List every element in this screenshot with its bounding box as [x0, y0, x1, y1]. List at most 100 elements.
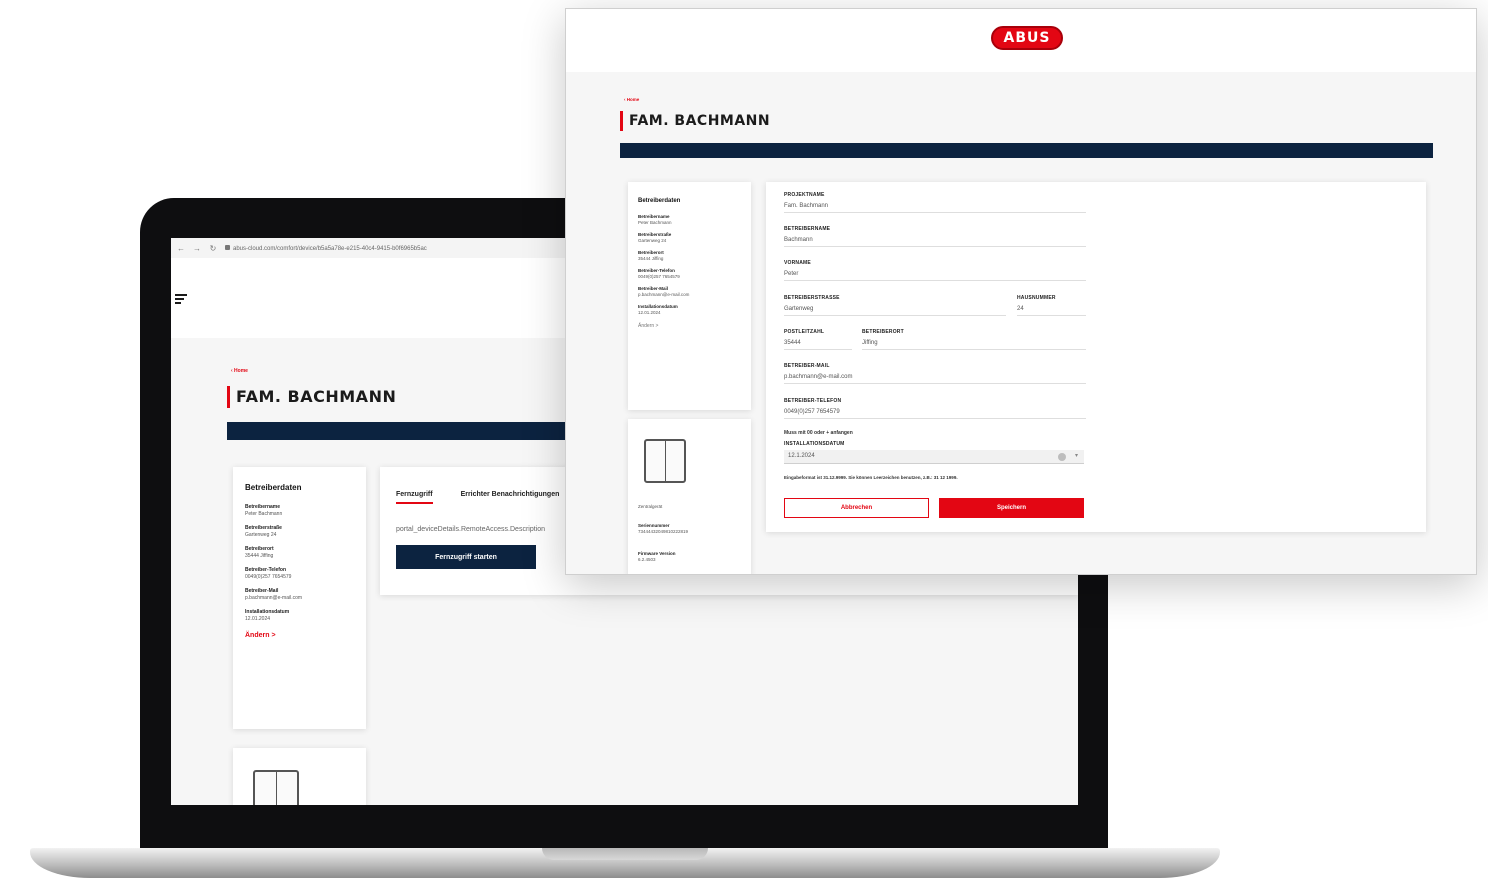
clear-icon[interactable] — [1058, 453, 1066, 461]
edit-link[interactable]: Ändern > — [245, 632, 354, 639]
lastname-field[interactable]: BETREIBERNAME Bachmann — [784, 226, 1086, 247]
item-value: 35444 Jiffing — [638, 256, 664, 261]
menu-icon[interactable] — [175, 294, 187, 306]
title-bar — [620, 143, 1433, 158]
street-input[interactable]: Gartenweg — [784, 306, 1006, 316]
lastname-input[interactable]: Bachmann — [784, 237, 1086, 247]
tab-remote-access[interactable]: Fernzugriff — [396, 491, 433, 504]
item-label: Installationsdatum — [638, 304, 678, 309]
field-label: BETREIBER-TELEFON — [784, 398, 842, 404]
address-bar[interactable]: abus-cloud.com/comfort/device/b5a5a78e-e… — [225, 244, 427, 252]
device-icon — [644, 439, 686, 483]
phone-input[interactable]: 0049(0)257 7654579 — [784, 409, 1086, 419]
field-label: BETREIBERNAME — [784, 226, 831, 232]
cancel-button[interactable]: Abbrechen — [784, 498, 929, 518]
phone-field[interactable]: BETREIBER-TELEFON 0049(0)257 7654579 — [784, 398, 1086, 419]
item-label: Firmware Version — [638, 551, 676, 556]
housenumber-input[interactable]: 24 — [1017, 306, 1086, 316]
item-label: Betreiberort — [245, 546, 274, 552]
sidebar-item: Installationsdatum 12.01.2024 — [245, 609, 354, 622]
device-card[interactable] — [233, 748, 366, 805]
street-field[interactable]: BETREIBERSTRASSE Gartenweg — [784, 295, 1006, 316]
item-label: Betreibername — [638, 214, 670, 219]
item-label: Betreiber-Mail — [245, 588, 279, 594]
device-firmware: Firmware Version 6.2.4503 — [638, 551, 676, 562]
item-value: p.bachmann@e-mail.com — [245, 595, 303, 601]
item-value: 35444 Jiffing — [245, 553, 274, 559]
item-label: Betreiber-Mail — [638, 286, 669, 291]
item-value: 12.01.2024 — [245, 616, 271, 622]
device-card[interactable]: Zentralgerät Seriennummer 734444320498102… — [628, 419, 751, 574]
housenumber-field[interactable]: HAUSNUMMER 24 — [1017, 295, 1086, 316]
reload-icon[interactable]: ↻ — [209, 244, 217, 253]
email-field[interactable]: BETREIBER-MAIL p.bachmann@e-mail.com — [784, 363, 1086, 384]
sidebar-heading: Betreiberdaten — [245, 483, 302, 492]
item-value: Peter Bachmann — [638, 220, 672, 225]
firstname-input[interactable]: Peter — [784, 271, 1086, 281]
field-label: VORNAME — [784, 260, 811, 266]
operator-form: PROJEKTNAME Fam. Bachmann BETREIBERNAME … — [766, 182, 1426, 532]
sidebar-item: Betreiberort 35444 Jiffing — [638, 250, 741, 261]
item-label: Betreiber-Telefon — [638, 268, 675, 273]
date-field[interactable]: INSTALLATIONSDATUM — [784, 441, 1086, 447]
item-value: Gartenweg 24 — [245, 532, 277, 538]
field-label: PROJEKTNAME — [784, 192, 825, 198]
device-name-text: Zentralgerät — [638, 504, 663, 509]
sidebar-item: Betreibername Peter Bachmann — [638, 214, 741, 225]
tab-installer-notifications[interactable]: Errichter Benachrichtigungen — [461, 491, 560, 504]
zip-field[interactable]: POSTLEITZAHL 35444 — [784, 329, 852, 350]
item-label: Betreiberstraße — [245, 525, 282, 531]
item-label: Betreibername — [245, 504, 281, 510]
operator-sidebar: Betreiberdaten Betreibername Peter Bachma… — [628, 182, 751, 410]
save-button[interactable]: Speichern — [939, 498, 1084, 518]
logo-text: ABUS — [1003, 30, 1051, 46]
field-label: BETREIBERORT — [862, 329, 904, 335]
sidebar-item: Betreiberstraße Gartenweg 24 — [245, 525, 354, 538]
sidebar-item: Betreiberstraße Gartenweg 24 — [638, 232, 741, 243]
project-name-field[interactable]: PROJEKTNAME Fam. Bachmann — [784, 192, 1086, 213]
firstname-field[interactable]: VORNAME Peter — [784, 260, 1086, 281]
edit-link[interactable]: Ändern > — [638, 323, 741, 329]
item-label: Betreiberort — [638, 250, 664, 255]
abus-logo[interactable]: ABUS — [991, 26, 1063, 50]
chevron-down-icon[interactable]: ▾ — [1075, 452, 1078, 459]
item-value: 6.2.4503 — [638, 557, 656, 562]
date-input[interactable]: 12.1.2024 ▾ — [784, 450, 1084, 464]
item-value: 12.01.2024 — [638, 310, 661, 315]
item-value: Gartenweg 24 — [638, 238, 667, 243]
zip-input[interactable]: 35444 — [784, 340, 852, 350]
sidebar-item: Installationsdatum 12.01.2024 — [638, 304, 741, 315]
city-field[interactable]: BETREIBERORT Jiffing — [862, 329, 1086, 350]
device-icon — [253, 770, 299, 805]
item-value: 0049(0)257 7654579 — [638, 274, 680, 279]
app-header: ABUS — [566, 9, 1476, 72]
back-arrow-icon[interactable]: ← — [177, 244, 185, 253]
email-input[interactable]: p.bachmann@e-mail.com — [784, 374, 1086, 384]
item-value: p.bachmann@e-mail.com — [638, 292, 690, 297]
operator-sidebar: Betreiberdaten Betreibername Peter Bachma… — [233, 467, 366, 729]
sidebar-item: Betreibername Peter Bachmann — [245, 504, 354, 517]
item-value: Peter Bachmann — [245, 511, 283, 517]
breadcrumb[interactable]: ‹ Home — [231, 368, 248, 374]
laptop-notch — [542, 848, 708, 860]
field-label: BETREIBER-MAIL — [784, 363, 830, 369]
sidebar-item: Betreiber-Telefon 0049(0)257 7654579 — [638, 268, 741, 279]
date-hint: Eingabeformat ist 31.12.9999. Sie können… — [784, 475, 958, 480]
sidebar-item: Betreiber-Telefon 0049(0)257 7654579 — [245, 567, 354, 580]
item-value: 73444432049810222819 — [638, 529, 689, 534]
item-label: Betreiber-Telefon — [245, 567, 287, 573]
item-value: 0049(0)257 7654579 — [245, 574, 292, 580]
start-remote-access-button[interactable]: Fernzugriff starten — [396, 545, 536, 569]
sidebar-item: Betreiber-Mail p.bachmann@e-mail.com — [245, 588, 354, 601]
field-label: HAUSNUMMER — [1017, 295, 1056, 301]
item-label: Installationsdatum — [245, 609, 290, 615]
sidebar-item: Betreiberort 35444 Jiffing — [245, 546, 354, 559]
forward-arrow-icon[interactable]: → — [193, 244, 201, 253]
phone-hint: Muss mit 00 oder + anfangen — [784, 430, 853, 436]
project-name-input[interactable]: Fam. Bachmann — [784, 203, 1086, 213]
city-input[interactable]: Jiffing — [862, 340, 1086, 350]
lock-icon — [225, 244, 230, 250]
field-label: BETREIBERSTRASSE — [784, 295, 840, 301]
field-label: POSTLEITZAHL — [784, 329, 825, 335]
breadcrumb[interactable]: ‹ Home — [624, 97, 639, 102]
